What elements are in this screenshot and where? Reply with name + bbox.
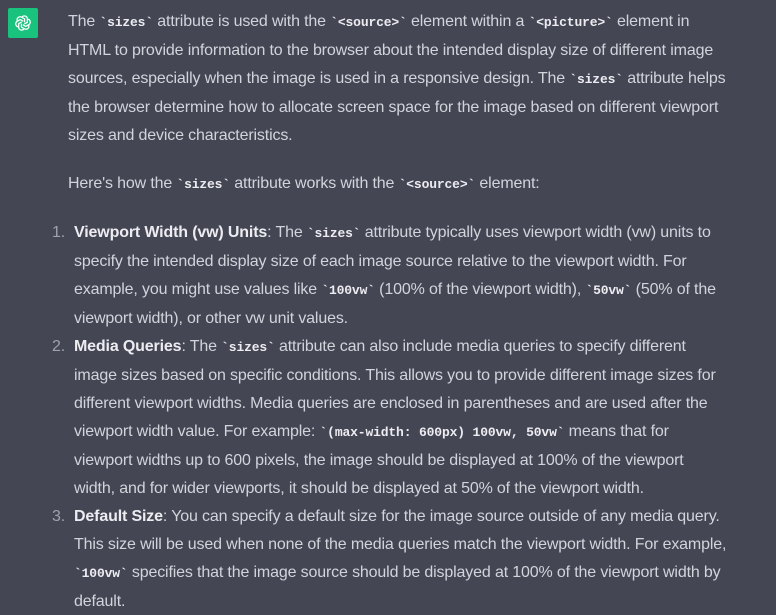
list-item-title: Media Queries: [74, 338, 182, 355]
list-item-title: Viewport Width (vw) Units: [74, 224, 268, 241]
text: specifies that the image source should b…: [74, 564, 721, 610]
inline-code: `50vw`: [585, 283, 632, 298]
text: attribute works with the: [229, 175, 399, 192]
inline-code: `100vw`: [74, 566, 128, 581]
list-number: 1.: [52, 224, 66, 241]
intro-paragraph: The `sizes` attribute is used with the `…: [68, 8, 728, 150]
inline-code: `sizes`: [99, 15, 153, 30]
list-item-title: Default Size: [74, 508, 163, 525]
text: The: [68, 13, 100, 30]
inline-code: `<source>`: [330, 15, 407, 30]
openai-logo-icon: [15, 15, 31, 31]
list-item: 3. Default Size: You can specify a defaul…: [52, 503, 728, 615]
text: : You can specify a default size for the…: [74, 508, 727, 553]
text: : The: [267, 224, 307, 241]
text: element:: [475, 175, 540, 192]
text: element within a: [406, 13, 529, 30]
inline-code: `100vw`: [321, 283, 375, 298]
text: Here's how the: [68, 175, 177, 192]
assistant-avatar: [8, 8, 38, 38]
howto-paragraph: Here's how the `sizes` attribute works w…: [68, 170, 728, 199]
inline-code: `(max-width: 600px) 100vw, 50vw`: [319, 425, 565, 440]
inline-code: `sizes`: [569, 72, 623, 87]
text: (100% of the viewport width),: [374, 281, 586, 298]
assistant-message: The `sizes` attribute is used with the `…: [52, 8, 728, 615]
inline-code: `sizes`: [306, 226, 361, 241]
inline-code: `<picture>`: [528, 15, 613, 30]
list-item: 1. Viewport Width (vw) Units: The `sizes`…: [52, 219, 728, 333]
list-number: 2.: [52, 338, 66, 355]
list-number: 3.: [52, 508, 66, 525]
text: : The: [181, 338, 222, 355]
list-item: 2. Media Queries: The `sizes` attribute c…: [52, 333, 728, 503]
numbered-list: 1. Viewport Width (vw) Units: The `sizes`…: [52, 219, 728, 615]
text: attribute is used with the: [152, 13, 331, 30]
inline-code: `sizes`: [221, 340, 275, 355]
inline-code: `sizes`: [176, 177, 230, 192]
inline-code: `<source>`: [398, 177, 476, 192]
